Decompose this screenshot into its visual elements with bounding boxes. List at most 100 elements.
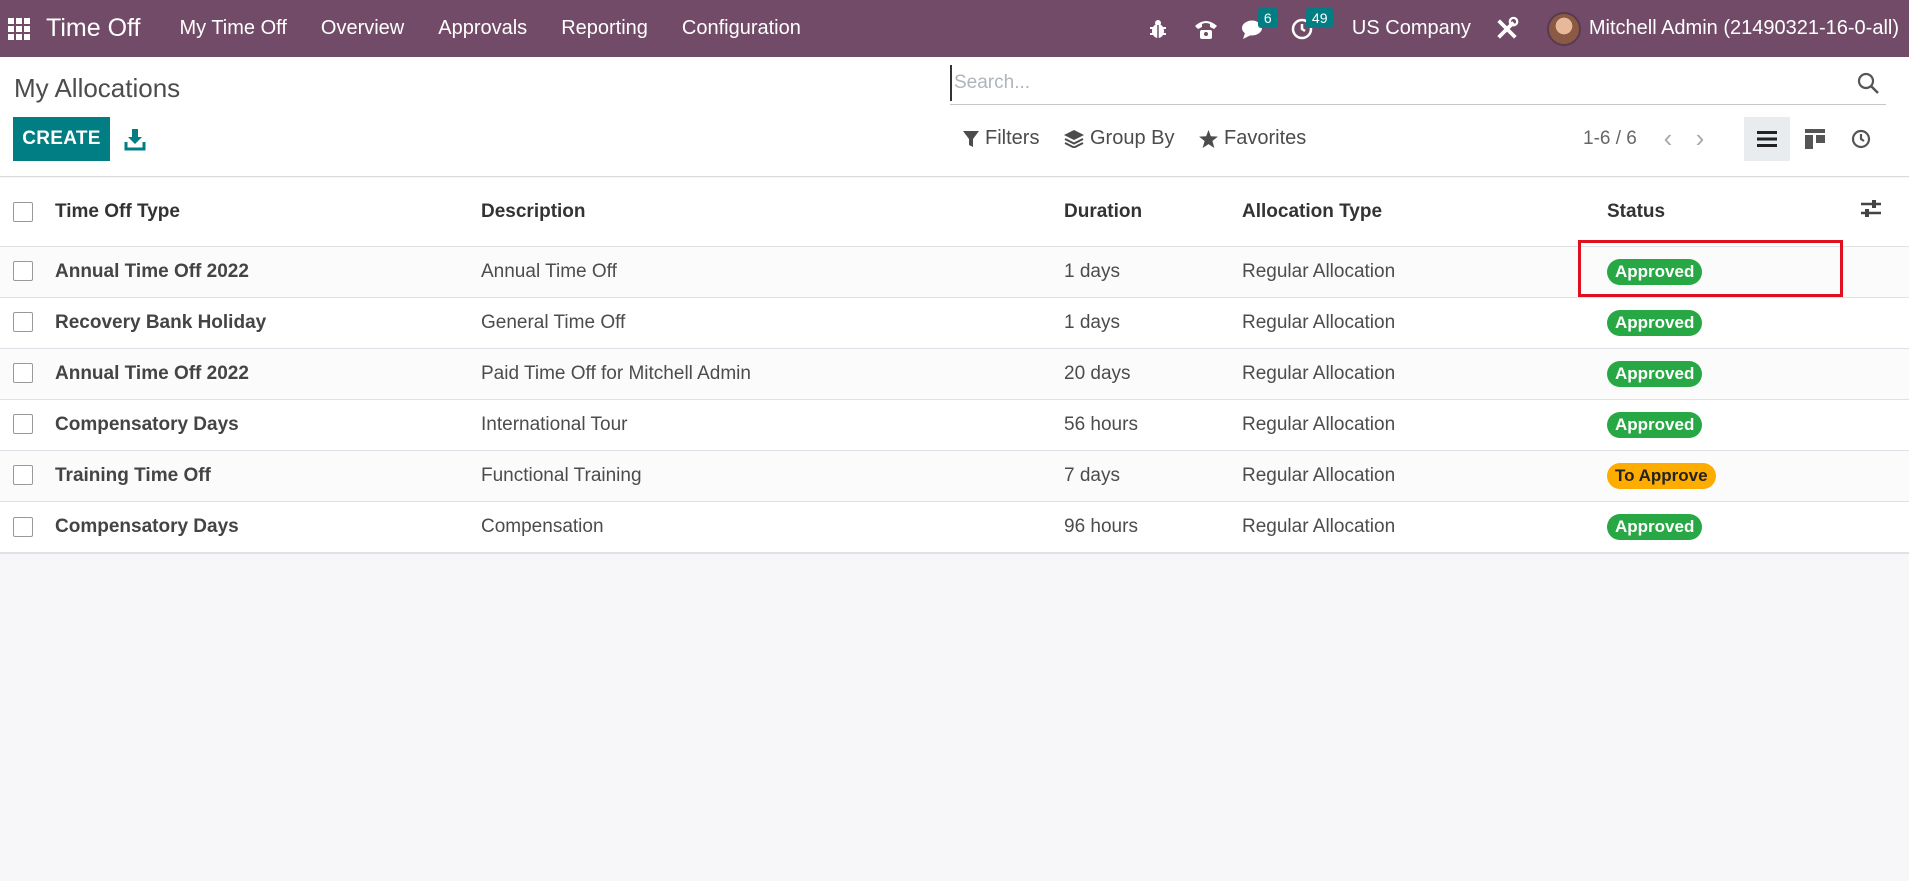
row-checkbox[interactable]: [13, 261, 33, 282]
cell-description[interactable]: Paid Time Off for Mitchell Admin: [468, 348, 1050, 400]
cell-duration[interactable]: 56 hours: [1050, 399, 1230, 451]
favorites-button[interactable]: Favorites: [1199, 127, 1306, 150]
cell-time-off-type[interactable]: Compensatory Days: [42, 501, 468, 552]
table-row[interactable]: Annual Time Off 2022 Annual Time Off 1 day…: [0, 246, 1909, 298]
cell-duration[interactable]: 1 days: [1050, 297, 1230, 349]
phone-icon[interactable]: [1193, 16, 1219, 42]
row-checkbox[interactable]: [13, 516, 33, 537]
row-select-cell: [0, 501, 42, 552]
cell-time-off-type[interactable]: Training Time Off: [42, 450, 468, 502]
status-badge: To Approve: [1607, 462, 1716, 489]
filter-icon: [963, 130, 979, 147]
row-checkbox[interactable]: [13, 414, 33, 435]
group-by-button[interactable]: Group By: [1064, 127, 1174, 150]
list-view-icon[interactable]: [1744, 117, 1790, 161]
menu-my-time-off[interactable]: My Time Off: [162, 17, 303, 40]
apps-menu-icon[interactable]: [8, 17, 30, 40]
allocations-list: Time Off Type Description Duration Alloc…: [0, 178, 1909, 554]
row-checkbox[interactable]: [13, 465, 33, 486]
control-panel: My Allocations CREATE Filters Group By F…: [0, 57, 1909, 177]
favorites-label: Favorites: [1224, 127, 1307, 149]
cell-description[interactable]: Compensation: [468, 501, 1050, 552]
pager-next-icon[interactable]: ›: [1690, 125, 1710, 151]
row-select-cell: [0, 348, 42, 400]
table-row[interactable]: Training Time Off Functional Training 7 da…: [0, 450, 1909, 502]
group-by-label: Group By: [1090, 127, 1175, 149]
cell-duration[interactable]: 7 days: [1050, 450, 1230, 502]
cell-description[interactable]: Functional Training: [468, 450, 1050, 502]
cell-status[interactable]: Approved: [1595, 501, 1859, 552]
select-all-checkbox[interactable]: [13, 201, 33, 222]
pager-value[interactable]: 1-6 / 6: [1583, 128, 1637, 150]
table-row[interactable]: Annual Time Off 2022 Paid Time Off for Mi…: [0, 348, 1909, 400]
column-header-duration[interactable]: Duration: [1050, 178, 1230, 247]
pager-previous-icon[interactable]: ‹: [1658, 125, 1678, 151]
app-title[interactable]: Time Off: [46, 14, 140, 43]
cell-duration[interactable]: 1 days: [1050, 246, 1230, 298]
bug-icon[interactable]: [1145, 16, 1171, 42]
column-header-time-off-type[interactable]: Time Off Type: [42, 178, 468, 247]
systray: 6 49 US Company Mitchell Admin (21490321…: [1134, 0, 1909, 57]
cell-time-off-type[interactable]: Recovery Bank Holiday: [42, 297, 468, 349]
row-end-cell: [1859, 297, 1909, 349]
cell-status[interactable]: Approved: [1595, 399, 1859, 451]
menu-approvals[interactable]: Approvals: [421, 17, 544, 40]
activity-view-icon[interactable]: [1838, 117, 1884, 161]
column-header-description[interactable]: Description: [468, 178, 1050, 247]
cell-allocation-type[interactable]: Regular Allocation: [1230, 501, 1595, 552]
search-icon[interactable]: [1856, 71, 1880, 95]
menu-reporting[interactable]: Reporting: [544, 17, 665, 40]
cell-description[interactable]: Annual Time Off: [468, 246, 1050, 298]
cell-time-off-type[interactable]: Annual Time Off 2022: [42, 246, 468, 298]
chat-icon[interactable]: 6: [1241, 7, 1278, 42]
status-badge: Approved: [1607, 309, 1703, 336]
clock-icon[interactable]: 49: [1289, 7, 1334, 42]
layers-icon: [1064, 129, 1084, 148]
filters-button[interactable]: Filters: [963, 127, 1039, 150]
cell-status[interactable]: Approved: [1595, 348, 1859, 400]
table-row[interactable]: Compensatory Days International Tour 56 ho…: [0, 399, 1909, 451]
cell-status[interactable]: Approved: [1595, 246, 1859, 298]
download-icon[interactable]: [124, 127, 146, 151]
table-body: Annual Time Off 2022 Annual Time Off 1 day…: [0, 246, 1909, 552]
filters-label: Filters: [985, 127, 1040, 149]
row-select-cell: [0, 450, 42, 502]
company-switcher[interactable]: US Company: [1352, 17, 1471, 40]
row-checkbox[interactable]: [13, 363, 33, 384]
menu-configuration[interactable]: Configuration: [665, 17, 818, 40]
user-menu[interactable]: Mitchell Admin (21490321-16-0-all): [1589, 17, 1899, 40]
status-badge: Approved: [1607, 513, 1703, 540]
cell-allocation-type[interactable]: Regular Allocation: [1230, 297, 1595, 349]
column-header-allocation-type[interactable]: Allocation Type: [1230, 178, 1595, 247]
top-navbar: Time Off My Time Off Overview Approvals …: [0, 0, 1909, 57]
row-end-cell: [1859, 399, 1909, 451]
cell-time-off-type[interactable]: Compensatory Days: [42, 399, 468, 451]
cell-duration[interactable]: 96 hours: [1050, 501, 1230, 552]
cell-duration[interactable]: 20 days: [1050, 348, 1230, 400]
cell-allocation-type[interactable]: Regular Allocation: [1230, 348, 1595, 400]
tools-icon[interactable]: [1494, 16, 1520, 42]
table-row[interactable]: Recovery Bank Holiday General Time Off 1 d…: [0, 297, 1909, 349]
table-header-row: Time Off Type Description Duration Alloc…: [0, 178, 1909, 247]
cell-allocation-type[interactable]: Regular Allocation: [1230, 246, 1595, 298]
row-end-cell: [1859, 450, 1909, 502]
select-all-cell: [0, 178, 42, 247]
menu-overview[interactable]: Overview: [304, 17, 421, 40]
cell-time-off-type[interactable]: Annual Time Off 2022: [42, 348, 468, 400]
column-header-status[interactable]: Status: [1595, 178, 1859, 247]
create-button[interactable]: CREATE: [13, 117, 110, 161]
cell-description[interactable]: International Tour: [468, 399, 1050, 451]
cell-allocation-type[interactable]: Regular Allocation: [1230, 450, 1595, 502]
page-title: My Allocations: [14, 73, 181, 103]
cell-allocation-type[interactable]: Regular Allocation: [1230, 399, 1595, 451]
optional-columns-icon[interactable]: [1859, 198, 1883, 220]
search-input[interactable]: [950, 65, 1830, 101]
kanban-view-icon[interactable]: [1792, 117, 1838, 161]
cell-status[interactable]: To Approve: [1595, 450, 1859, 502]
user-avatar[interactable]: [1546, 11, 1581, 46]
cell-status[interactable]: Approved: [1595, 297, 1859, 349]
row-checkbox[interactable]: [13, 312, 33, 333]
table-row[interactable]: Compensatory Days Compensation 96 hours Reg…: [0, 501, 1909, 552]
cell-description[interactable]: General Time Off: [468, 297, 1050, 349]
optional-columns-cell: [1859, 178, 1909, 247]
